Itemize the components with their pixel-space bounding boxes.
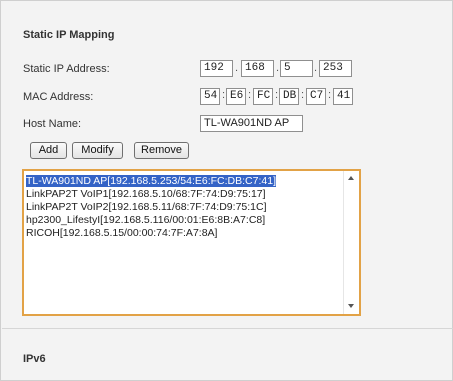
remove-button[interactable]: Remove bbox=[134, 142, 189, 159]
list-item[interactable]: RICOH[192.168.5.15/00:00:74:7F:A7:8A] bbox=[26, 227, 217, 239]
scroll-up-icon[interactable] bbox=[348, 176, 354, 180]
list-item[interactable]: LinkPAP2T VoIP1[192.168.5.10/68:7F:74:D9… bbox=[26, 188, 266, 200]
mac-octet-6[interactable]: 41 bbox=[333, 88, 353, 105]
modify-button[interactable]: Modify bbox=[72, 142, 123, 159]
ip-octet-2[interactable]: 168 bbox=[241, 60, 274, 77]
section-title: Static IP Mapping bbox=[23, 29, 115, 41]
mac-octet-2[interactable]: E6 bbox=[226, 88, 246, 105]
mac-colon: : bbox=[222, 89, 226, 101]
mac-label: MAC Address: bbox=[23, 91, 94, 103]
ip-octet-4[interactable]: 253 bbox=[319, 60, 352, 77]
mac-colon: : bbox=[248, 89, 252, 101]
ip-dot: . bbox=[314, 62, 318, 74]
host-name-label: Host Name: bbox=[23, 118, 82, 130]
mac-colon: : bbox=[301, 89, 305, 101]
list-item[interactable]: LinkPAP2T VoIP2[192.168.5.11/68:7F:74:D9… bbox=[26, 201, 267, 213]
ip-dot: . bbox=[276, 62, 280, 74]
settings-panel: Static IP Mapping Static IP Address: 192… bbox=[0, 0, 453, 381]
mac-octet-3[interactable]: FC bbox=[253, 88, 273, 105]
list-scrollbar[interactable] bbox=[343, 171, 359, 314]
static-ip-label: Static IP Address: bbox=[23, 63, 110, 75]
mac-colon: : bbox=[328, 89, 332, 101]
section-divider bbox=[2, 328, 453, 329]
list-item[interactable]: hp2300_LifestyI[192.168.5.116/00:01:E6:8… bbox=[26, 214, 265, 226]
host-name-input[interactable]: TL-WA901ND AP bbox=[200, 115, 303, 132]
mac-octet-5[interactable]: C7 bbox=[306, 88, 326, 105]
mac-octet-4[interactable]: DB bbox=[279, 88, 299, 105]
ip-octet-3[interactable]: 5 bbox=[280, 60, 313, 77]
ipv6-section-title: IPv6 bbox=[23, 353, 46, 365]
mac-octet-1[interactable]: 54 bbox=[200, 88, 220, 105]
scroll-down-icon[interactable] bbox=[348, 304, 354, 308]
ip-dot: . bbox=[235, 62, 239, 74]
ip-octet-1[interactable]: 192 bbox=[200, 60, 233, 77]
list-item-selected[interactable]: TL-WA901ND AP[192.168.5.253/54:E6:FC:DB:… bbox=[26, 175, 276, 187]
static-mapping-list[interactable]: TL-WA901ND AP[192.168.5.253/54:E6:FC:DB:… bbox=[22, 169, 361, 316]
mac-colon: : bbox=[275, 89, 279, 101]
add-button[interactable]: Add bbox=[30, 142, 67, 159]
